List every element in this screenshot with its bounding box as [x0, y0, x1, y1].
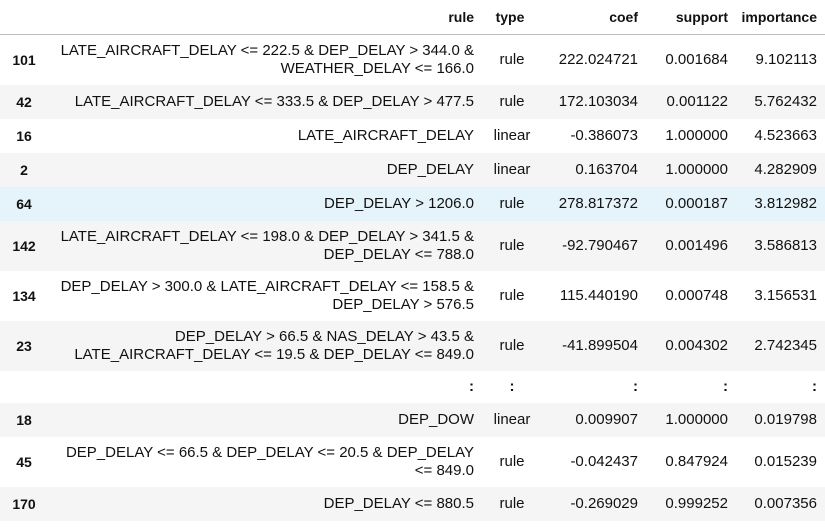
table-row: 23 DEP_DELAY > 66.5 & NAS_DELAY > 43.5 &… — [0, 321, 825, 371]
ellipsis-index — [0, 371, 44, 403]
type-cell: rule — [499, 237, 525, 254]
rule-cell: DEP_DELAY > 1206.0 — [324, 195, 474, 212]
table-row: 170 DEP_DELAY <= 880.5 rule -0.269029 0.… — [0, 487, 825, 521]
header-type: type — [482, 0, 542, 35]
support-cell: 1.000000 — [665, 127, 728, 144]
importance-cell: 4.282909 — [754, 161, 817, 178]
row-index: 134 — [12, 288, 36, 304]
importance-cell: 0.015239 — [754, 453, 817, 470]
rule-cell: DEP_DOW — [398, 411, 474, 428]
importance-cell: 3.812982 — [754, 195, 817, 212]
type-cell: rule — [499, 495, 525, 512]
ellipsis-support: : — [723, 378, 728, 395]
coef-cell: 115.440190 — [559, 287, 638, 304]
coef-cell: -92.790467 — [562, 237, 638, 254]
ellipsis-importance: : — [812, 378, 817, 395]
header-rule: rule — [44, 0, 482, 35]
support-cell: 1.000000 — [665, 411, 728, 428]
coef-cell: 278.817372 — [558, 195, 638, 212]
type-cell: rule — [499, 51, 525, 68]
row-index: 16 — [16, 128, 32, 144]
coef-cell: -0.042437 — [570, 453, 638, 470]
rule-cell: DEP_DELAY <= 66.5 & DEP_DELAY <= 20.5 & … — [65, 444, 474, 479]
coef-cell: 0.163704 — [575, 161, 638, 178]
support-cell: 0.004302 — [665, 337, 728, 354]
coef-cell: 222.024721 — [558, 51, 638, 68]
header-importance: importance — [736, 0, 825, 35]
rule-cell: DEP_DELAY > 300.0 & LATE_AIRCRAFT_DELAY … — [60, 278, 474, 313]
coef-cell: 0.009907 — [575, 411, 638, 428]
rules-table: rule type coef support importance 101 LA… — [0, 0, 825, 521]
support-cell: 0.001684 — [665, 51, 728, 68]
importance-cell: 2.742345 — [754, 337, 817, 354]
rule-cell: LATE_AIRCRAFT_DELAY <= 222.5 & DEP_DELAY… — [60, 42, 474, 77]
row-index: 42 — [16, 94, 32, 110]
table-row: 16 LATE_AIRCRAFT_DELAY linear -0.386073 … — [0, 119, 825, 153]
rule-cell: DEP_DELAY > 66.5 & NAS_DELAY > 43.5 & LA… — [74, 328, 474, 363]
row-index: 142 — [12, 238, 36, 254]
table-body: 101 LATE_AIRCRAFT_DELAY <= 222.5 & DEP_D… — [0, 35, 825, 521]
table-row: 2 DEP_DELAY linear 0.163704 1.000000 4.2… — [0, 153, 825, 187]
table-row: 18 DEP_DOW linear 0.009907 1.000000 0.01… — [0, 403, 825, 437]
rule-cell: DEP_DELAY — [386, 161, 474, 178]
ellipsis-type: : — [509, 378, 515, 395]
rule-cell: LATE_AIRCRAFT_DELAY <= 333.5 & DEP_DELAY… — [74, 93, 474, 110]
table-row: 45 DEP_DELAY <= 66.5 & DEP_DELAY <= 20.5… — [0, 437, 825, 487]
type-cell: rule — [499, 287, 525, 304]
coef-cell: -0.386073 — [570, 127, 638, 144]
type-cell: rule — [499, 453, 525, 470]
table-row-hovered: 64 DEP_DELAY > 1206.0 rule 278.817372 0.… — [0, 187, 825, 221]
ellipsis-rule: : — [469, 378, 474, 395]
type-cell: linear — [493, 411, 531, 428]
importance-cell: 9.102113 — [755, 51, 817, 68]
table-header: rule type coef support importance — [0, 0, 825, 35]
row-index: 2 — [20, 162, 28, 178]
type-cell: linear — [493, 127, 531, 144]
type-cell: rule — [499, 195, 525, 212]
table-row: 142 LATE_AIRCRAFT_DELAY <= 198.0 & DEP_D… — [0, 221, 825, 271]
importance-cell: 3.586813 — [754, 237, 817, 254]
support-cell: 1.000000 — [665, 161, 728, 178]
type-cell: rule — [499, 337, 525, 354]
rule-cell: LATE_AIRCRAFT_DELAY — [297, 127, 474, 144]
support-cell: 0.001496 — [665, 237, 728, 254]
row-index: 23 — [16, 338, 32, 354]
support-cell: 0.847924 — [665, 453, 728, 470]
header-row: rule type coef support importance — [0, 0, 825, 35]
support-cell: 0.001122 — [666, 93, 728, 110]
coef-cell: 172.103034 — [558, 93, 638, 110]
ellipsis-coef: : — [633, 378, 638, 395]
support-cell: 0.000187 — [665, 195, 728, 212]
importance-cell: 4.523663 — [754, 127, 817, 144]
importance-cell: 5.762432 — [754, 93, 817, 110]
row-index: 18 — [16, 412, 32, 428]
ellipsis-row: : : : : : — [0, 371, 825, 403]
row-index: 101 — [12, 52, 36, 68]
row-index: 170 — [12, 496, 36, 512]
header-coef: coef — [542, 0, 646, 35]
type-cell: linear — [493, 161, 531, 178]
support-cell: 0.999252 — [665, 495, 728, 512]
row-index: 64 — [16, 196, 32, 212]
table-row: 42 LATE_AIRCRAFT_DELAY <= 333.5 & DEP_DE… — [0, 85, 825, 119]
coef-cell: -0.269029 — [570, 495, 638, 512]
dataframe-output: rule type coef support importance 101 LA… — [0, 0, 825, 528]
rule-cell: DEP_DELAY <= 880.5 — [323, 495, 474, 512]
rule-cell: LATE_AIRCRAFT_DELAY <= 198.0 & DEP_DELAY… — [60, 228, 474, 263]
importance-cell: 0.019798 — [754, 411, 817, 428]
row-index: 45 — [16, 454, 32, 470]
header-index — [0, 0, 44, 35]
support-cell: 0.000748 — [665, 287, 728, 304]
coef-cell: -41.899504 — [562, 337, 638, 354]
type-cell: rule — [499, 93, 525, 110]
table-row: 134 DEP_DELAY > 300.0 & LATE_AIRCRAFT_DE… — [0, 271, 825, 321]
importance-cell: 0.007356 — [754, 495, 817, 512]
importance-cell: 3.156531 — [754, 287, 817, 304]
header-support: support — [646, 0, 736, 35]
table-row: 101 LATE_AIRCRAFT_DELAY <= 222.5 & DEP_D… — [0, 35, 825, 86]
